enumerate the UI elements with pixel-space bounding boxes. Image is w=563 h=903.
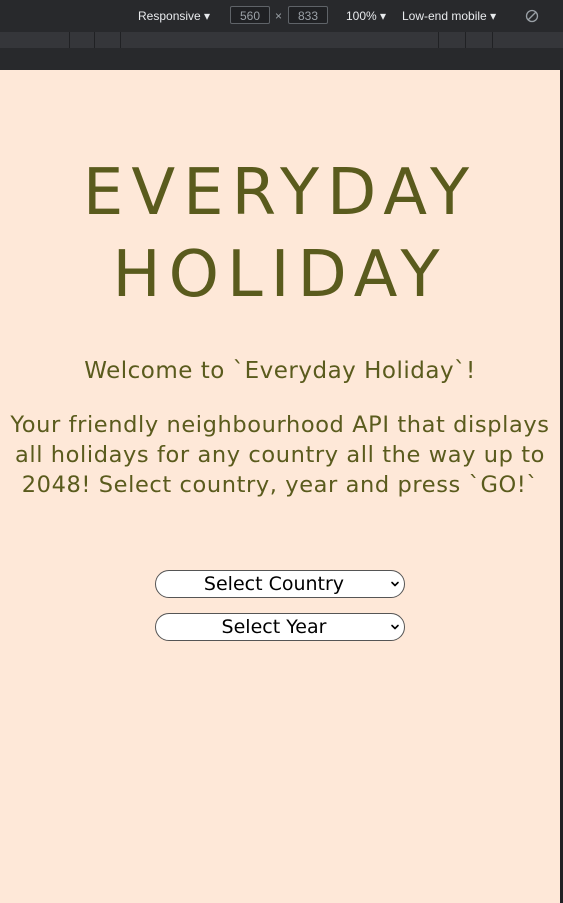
chevron-down-icon <box>391 624 399 630</box>
zoom-label: 100% <box>346 9 377 23</box>
device-label: Responsive <box>138 9 201 23</box>
chevron-down-icon <box>391 581 399 587</box>
intro-text: Your friendly neighbourhood API that dis… <box>10 412 550 498</box>
zoom-dropdown[interactable]: 100% ▾ <box>346 8 386 24</box>
ruler-divider <box>438 32 439 48</box>
throttle-label: Low-end mobile <box>402 9 487 23</box>
throttle-dropdown[interactable]: Low-end mobile ▾ <box>402 8 496 24</box>
dimension-separator: × <box>275 9 283 23</box>
width-input[interactable]: 560 <box>230 6 270 24</box>
height-input[interactable]: 833 <box>288 6 328 24</box>
device-dropdown[interactable]: Responsive ▾ <box>138 8 210 24</box>
chevron-down-icon: ▾ <box>380 9 387 23</box>
rotate-icon[interactable] <box>525 9 539 23</box>
media-query-bar[interactable] <box>0 32 563 49</box>
viewport-gutter <box>0 48 563 70</box>
page-title: EVERYDAY HOLIDAY <box>0 152 560 316</box>
title-line-2: HOLIDAY <box>112 238 448 312</box>
ruler-divider <box>465 32 466 48</box>
year-select-label: Select Year <box>221 616 327 638</box>
chevron-down-icon: ▾ <box>204 9 211 23</box>
chevron-down-icon: ▾ <box>490 9 497 23</box>
country-select-label: Select Country <box>203 573 345 595</box>
country-select[interactable]: Select Country <box>155 570 405 598</box>
page-viewport: EVERYDAY HOLIDAY Welcome to `Everyday Ho… <box>0 70 560 903</box>
ruler-divider <box>492 32 493 48</box>
devtools-toolbar: Responsive ▾ 560 × 833 100% ▾ Low-end mo… <box>0 0 563 32</box>
year-select[interactable]: Select Year <box>155 613 405 641</box>
ruler-divider <box>120 32 121 48</box>
title-line-1: EVERYDAY <box>82 156 478 230</box>
ruler-divider <box>94 32 95 48</box>
welcome-heading: Welcome to `Everyday Holiday`! <box>84 358 476 384</box>
ruler-divider <box>69 32 70 48</box>
